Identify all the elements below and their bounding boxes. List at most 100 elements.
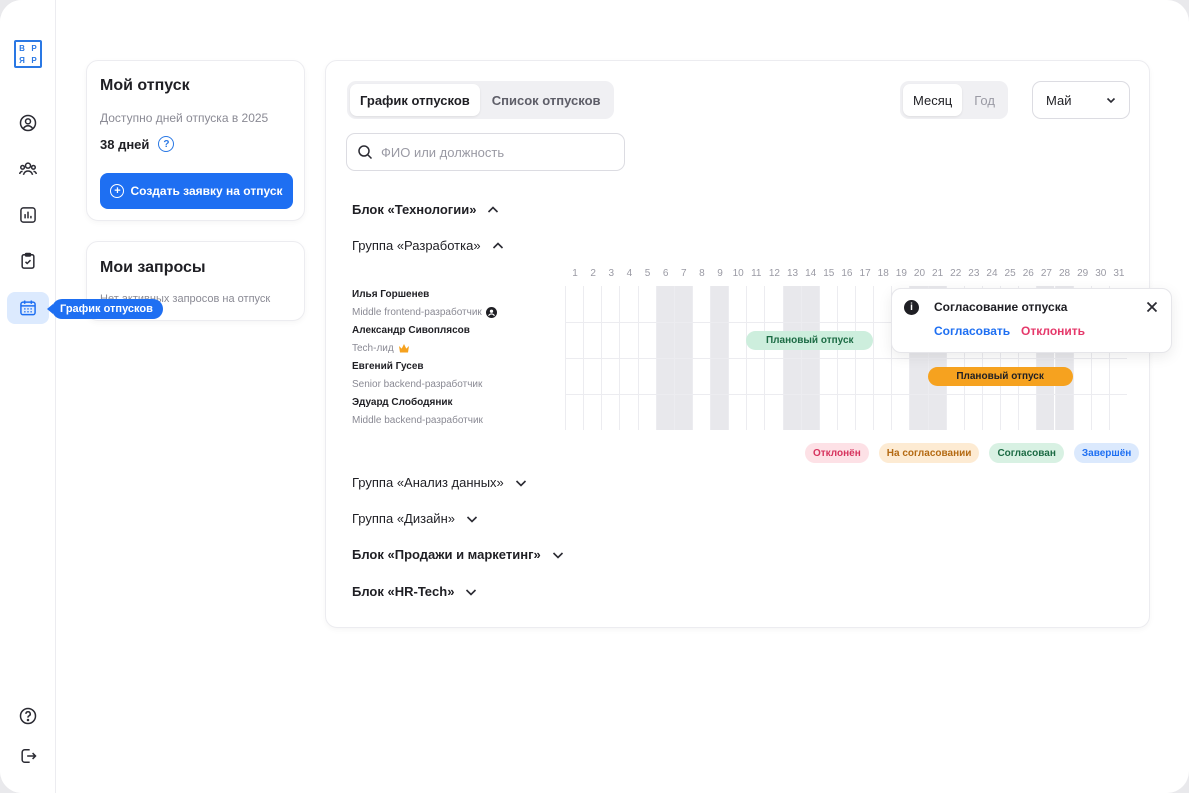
- user-badge-icon: [485, 307, 497, 318]
- employee-row[interactable]: Эдуард Слободяник Middle backend-разрабо…: [352, 397, 483, 426]
- employee-role: Tech-лид: [352, 343, 470, 354]
- reject-button[interactable]: Отклонить: [1021, 324, 1085, 338]
- day-number: 1: [572, 268, 578, 279]
- available-days-value: 38 дней: [100, 136, 150, 152]
- day-number: 31: [1113, 268, 1125, 279]
- vacation-approval-popover: i Согласование отпуска Согласовать Откло…: [891, 288, 1172, 353]
- status-badge: На согласовании: [878, 443, 980, 463]
- sidebar: В Р Я Р: [0, 0, 56, 793]
- search-input[interactable]: [381, 144, 601, 160]
- app-logo[interactable]: В Р Я Р: [14, 40, 42, 68]
- sidebar-item-vacation-schedule[interactable]: [7, 292, 49, 324]
- close-icon[interactable]: [1145, 300, 1159, 314]
- search-icon: [358, 145, 373, 160]
- row-divider: [565, 358, 1127, 359]
- chevron-down-icon: [466, 515, 478, 523]
- day-number: 19: [895, 268, 907, 279]
- day-number: 13: [786, 268, 799, 279]
- day-number: 4: [626, 268, 633, 279]
- group-data-analysis-label: Группа «Анализ данных»: [352, 475, 504, 490]
- day-number: 5: [644, 268, 651, 279]
- sidebar-item-tasks[interactable]: [7, 245, 49, 277]
- day-number: 8: [699, 268, 705, 279]
- tab-schedule[interactable]: График отпусков: [350, 84, 480, 116]
- day-number: 26: [1022, 268, 1034, 279]
- logo-letter: Р: [31, 43, 37, 53]
- sidebar-item-help[interactable]: [7, 700, 49, 732]
- block-sales-toggle[interactable]: Блок «Продажи и маркетинг»: [352, 547, 565, 562]
- day-number: 9: [717, 268, 723, 279]
- day-number: 27: [1040, 268, 1052, 279]
- period-month[interactable]: Месяц: [903, 84, 963, 116]
- help-icon[interactable]: ?: [158, 136, 175, 152]
- day-number: 21: [932, 268, 944, 279]
- period-toggle: Месяц Год: [900, 81, 1008, 119]
- sidebar-item-team[interactable]: [7, 153, 49, 185]
- vacation-bar[interactable]: Плановый отпуск: [746, 330, 874, 350]
- month-select[interactable]: Май: [1032, 81, 1130, 119]
- sidebar-item-logout[interactable]: [7, 740, 49, 772]
- employee-role-text: Middle frontend-разработчик: [352, 307, 482, 318]
- chevron-down-icon: [552, 551, 563, 559]
- clipboard-check-icon: [21, 252, 35, 269]
- employee-name: Илья Горшенев: [352, 289, 430, 300]
- logo-letter: В: [19, 43, 25, 53]
- available-days: 38 дней ?: [100, 136, 175, 152]
- employee-role-text: Middle backend-разработчик: [352, 415, 483, 426]
- day-number: 17: [859, 268, 871, 279]
- popover-title: Согласование отпуска: [934, 300, 1068, 314]
- employee-row[interactable]: Евгений Гусев Senior backend-разработчик: [352, 361, 482, 390]
- employee-role: Middle frontend-разработчик: [352, 307, 497, 318]
- create-vacation-request-button[interactable]: + Создать заявку на отпуск: [100, 173, 293, 209]
- sidebar-item-profile[interactable]: [7, 107, 49, 139]
- block-technology-label: Блок «Технологии»: [352, 202, 477, 217]
- block-sales-label: Блок «Продажи и маркетинг»: [352, 547, 541, 562]
- employee-row[interactable]: Александр Сивоплясов Tech-лид: [352, 325, 470, 354]
- employee-row[interactable]: Илья Горшенев Middle frontend-разработчи…: [352, 289, 497, 318]
- sidebar-item-reports[interactable]: [7, 199, 49, 231]
- user-circle-icon: [19, 114, 37, 132]
- tab-list[interactable]: Список отпусков: [482, 84, 611, 116]
- help-icon: [19, 707, 37, 725]
- my-vacation-card: Мой отпуск Доступно дней отпуска в 2025 …: [86, 60, 305, 221]
- day-number: 11: [751, 268, 762, 279]
- group-design-toggle[interactable]: Группа «Дизайн»: [352, 511, 479, 526]
- bar-chart-icon: [20, 207, 36, 223]
- day-numbers-header: 1 2 3 4 5 6 7 8 9 10 11 12 13 14 15 16 17 18 19 20 21 22 23 24 2…: [566, 268, 1128, 282]
- day-number: 7: [680, 268, 687, 279]
- day-number: 20: [913, 268, 926, 279]
- group-data-analysis-toggle[interactable]: Группа «Анализ данных»: [352, 475, 528, 490]
- period-year[interactable]: Год: [964, 84, 1005, 116]
- approve-button[interactable]: Согласовать: [934, 324, 1010, 338]
- my-requests-title: Мои запросы: [100, 259, 206, 276]
- day-number: 2: [590, 268, 596, 279]
- team-icon: [18, 162, 38, 176]
- day-number: 15: [823, 268, 835, 279]
- create-vacation-request-label: Создать заявку на отпуск: [130, 184, 283, 198]
- chevron-up-icon: [492, 241, 503, 249]
- search-field: [346, 133, 625, 171]
- employee-name: Евгений Гусев: [352, 361, 424, 372]
- group-development-toggle[interactable]: Группа «Разработка»: [352, 238, 505, 253]
- day-number: 23: [968, 268, 980, 279]
- status-legend: Отклонён На согласовании Согласован Завершё…: [805, 443, 1140, 463]
- day-number: 14: [805, 268, 817, 279]
- day-number: 16: [841, 268, 853, 279]
- employee-name: Александр Сивоплясов: [352, 325, 470, 336]
- block-technology-toggle[interactable]: Блок «Технологии»: [352, 202, 500, 217]
- vacation-bar[interactable]: Плановый отпуск: [927, 366, 1073, 386]
- employee-name: Эдуард Слободяник: [352, 397, 453, 408]
- calendar-icon: [20, 300, 36, 316]
- employee-role: Senior backend-разработчик: [352, 379, 482, 390]
- day-number: 28: [1058, 268, 1071, 279]
- day-number: 22: [950, 268, 962, 279]
- block-hr-tech-toggle[interactable]: Блок «HR-Tech»: [352, 584, 478, 599]
- info-icon: i: [904, 300, 919, 315]
- day-number: 29: [1077, 268, 1089, 279]
- chevron-down-icon: [466, 588, 477, 596]
- day-number: 25: [1004, 268, 1016, 279]
- group-design-label: Группа «Дизайн»: [352, 511, 455, 526]
- chevron-up-icon: [488, 205, 499, 213]
- chevron-down-icon: [515, 479, 526, 487]
- day-number: 12: [768, 268, 780, 279]
